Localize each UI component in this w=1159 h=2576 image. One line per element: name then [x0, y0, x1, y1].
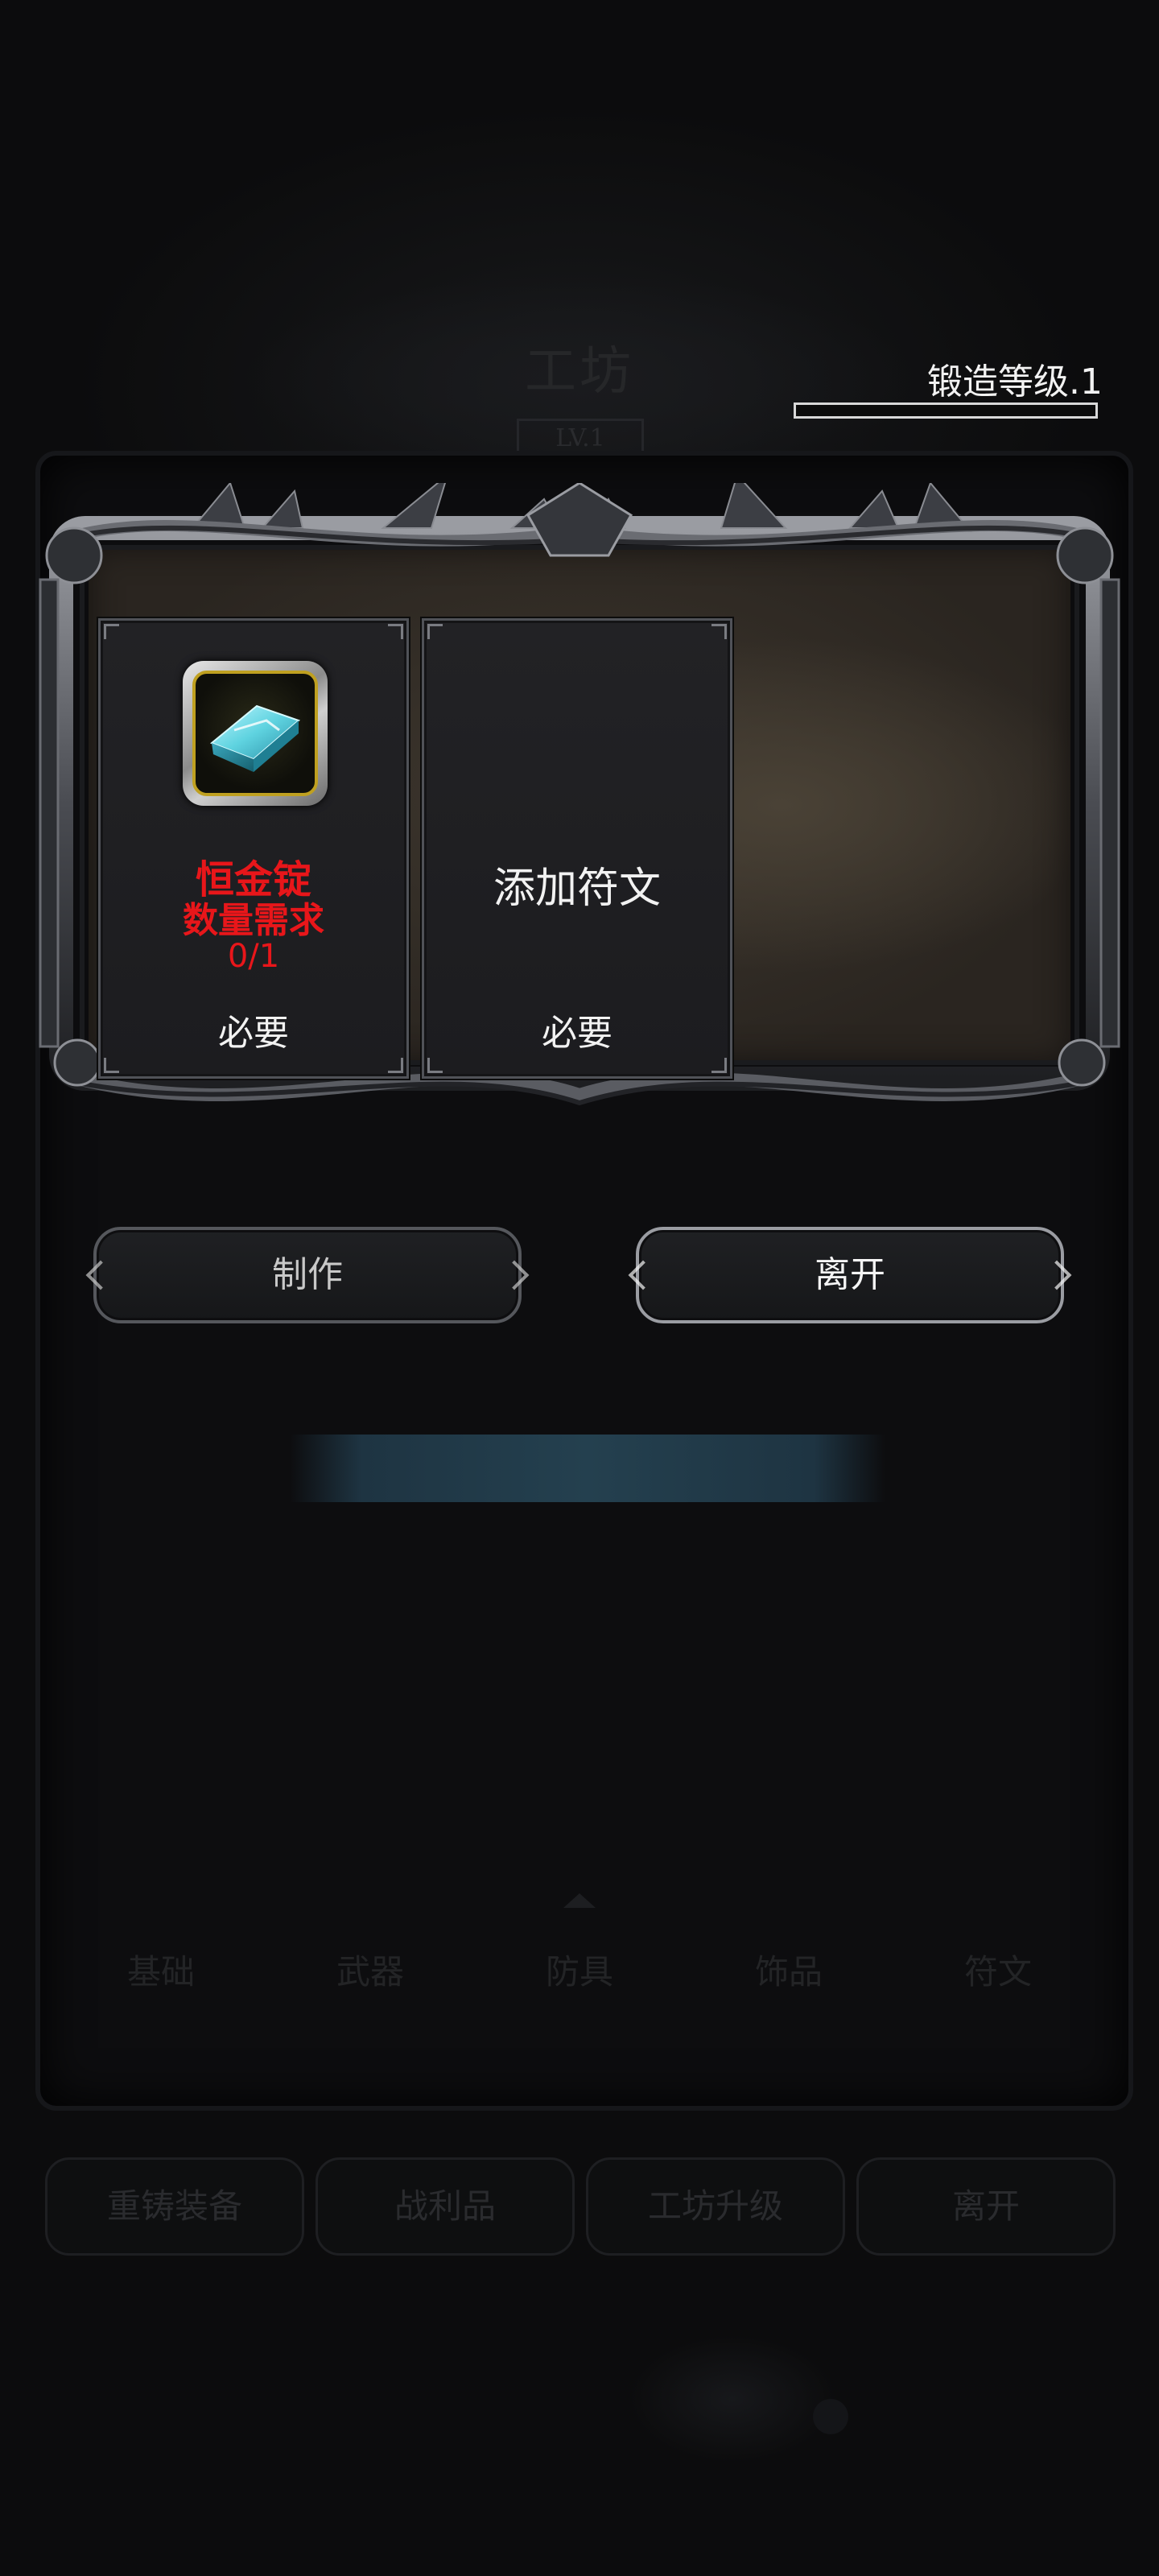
- material-required-label: 必要: [218, 1013, 289, 1054]
- background-tab-accessories: 饰品: [754, 1952, 823, 1992]
- forge-level-label: 锻造等级.1: [927, 361, 1103, 402]
- background-buttons: 重铸装备 战利品 工坊升级 离开: [45, 2157, 1116, 2256]
- material-requirement-label: 数量需求: [183, 900, 324, 941]
- background-loot-button: 战利品: [316, 2157, 575, 2256]
- crafting-progress-glow: [290, 1435, 885, 1502]
- rune-slot[interactable]: 添加符文 必要: [422, 618, 732, 1079]
- background-tab-caret-icon: [563, 1893, 596, 1908]
- forge-level-indicator: 锻造等级.1: [789, 353, 1103, 420]
- rune-required-label: 必要: [542, 1013, 612, 1054]
- card-corner: [104, 624, 119, 639]
- background-bottom-dot: [813, 2399, 848, 2434]
- card-corner: [388, 624, 403, 639]
- background-tab-weapons: 武器: [336, 1952, 404, 1992]
- material-count: 0/1: [227, 938, 280, 975]
- material-slot[interactable]: 恒金锭 数量需求 0/1 必要: [98, 618, 409, 1079]
- background-upgrade-button: 工坊升级: [586, 2157, 845, 2256]
- card-corner: [427, 1058, 443, 1073]
- card-corner: [711, 624, 727, 639]
- background-tab-runes: 符文: [963, 1952, 1032, 1992]
- background-tabs: 基础 武器 防具 饰品 符文: [80, 1940, 1079, 2004]
- craft-button[interactable]: 制作: [85, 1227, 530, 1323]
- card-corner: [427, 624, 443, 639]
- background-tab-basic: 基础: [126, 1952, 195, 1992]
- leave-button[interactable]: 离开: [628, 1227, 1072, 1323]
- craft-button-label: 制作: [272, 1254, 343, 1295]
- background-reforge-button: 重铸装备: [45, 2157, 304, 2256]
- card-corner: [388, 1058, 403, 1073]
- card-corner: [711, 1058, 727, 1073]
- forge-level-progress-bar: [794, 402, 1098, 419]
- ingot-icon-frame[interactable]: [183, 661, 328, 806]
- card-corner: [104, 1058, 119, 1073]
- background-workshop-title: 工坊: [525, 342, 634, 402]
- background-tab-armor: 防具: [545, 1952, 613, 1992]
- background-bottom-glow: [628, 2334, 837, 2463]
- leave-button-label: 离开: [815, 1254, 885, 1295]
- ingot-icon: [192, 671, 318, 796]
- background-leave-button: 离开: [856, 2157, 1116, 2256]
- add-rune-label: 添加符文: [493, 865, 661, 913]
